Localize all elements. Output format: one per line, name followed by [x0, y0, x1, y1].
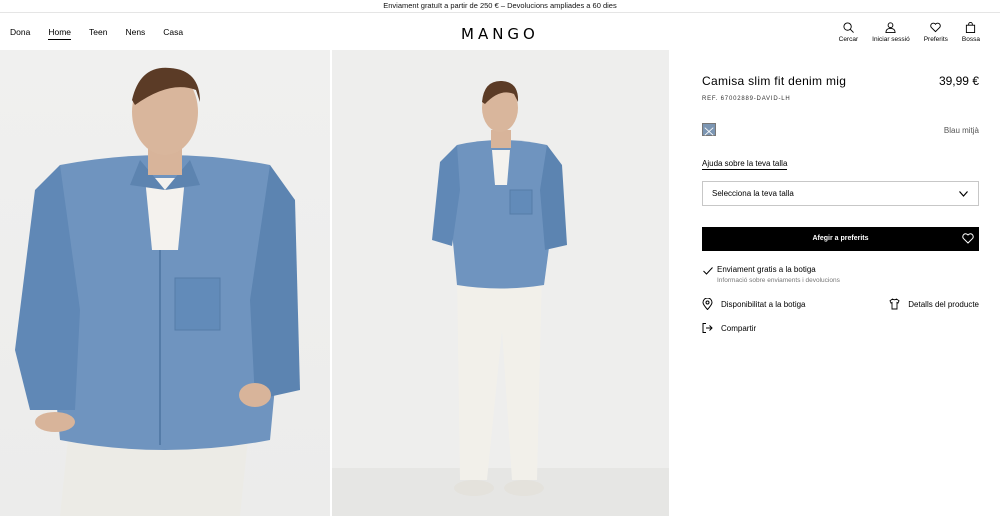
login-button[interactable]: Iniciar sessió [872, 22, 910, 43]
store-availability-label: Disponibilitat a la botiga [721, 299, 806, 309]
heart-icon [930, 22, 942, 33]
search-label: Cercar [838, 36, 859, 43]
product-info-panel: Camisa slim fit denim mig 39,99 € REF. 6… [702, 74, 979, 333]
shipping-info: Enviament gratis a la botiga Informació … [702, 265, 979, 284]
chevron-down-icon [959, 191, 968, 197]
model-fullbody-illustration [432, 80, 567, 496]
product-ref: REF. 67002889-DAVID-LH [702, 96, 791, 102]
check-icon [703, 267, 713, 275]
bag-icon [966, 22, 976, 33]
size-select[interactable]: Selecciona la teva talla [702, 181, 979, 206]
location-pin-icon [702, 298, 713, 310]
selected-check-icon [704, 127, 714, 136]
main-nav: Dona Home Teen Nens Casa [10, 27, 201, 40]
nav-item-casa[interactable]: Casa [163, 27, 183, 40]
product-image-fullbody[interactable] [332, 50, 669, 516]
bag-label: Bossa [961, 36, 980, 43]
product-title: Camisa slim fit denim mig [702, 74, 847, 88]
size-help-link[interactable]: Ajuda sobre la teva talla [702, 159, 788, 170]
model-closeup-illustration [15, 67, 300, 516]
favorites-button[interactable]: Preferits [924, 22, 948, 43]
heart-icon [962, 233, 974, 244]
add-to-favorites-label: Afegir a preferits [812, 235, 869, 242]
bag-button[interactable]: Bossa [962, 22, 980, 43]
nav-item-home[interactable]: Home [48, 27, 72, 40]
product-price: 39,99 € [938, 74, 979, 88]
store-availability-link[interactable]: Disponibilitat a la botiga [702, 298, 806, 310]
search-button[interactable]: Cercar [838, 22, 859, 43]
shipping-title: Enviament gratis a la botiga [717, 265, 816, 274]
color-swatch[interactable] [702, 123, 716, 136]
product-details-link[interactable]: Detalls del producte [889, 298, 979, 310]
share-label: Compartir [721, 323, 757, 333]
login-label: Iniciar sessió [872, 36, 910, 43]
favorites-label: Preferits [923, 36, 948, 43]
size-select-placeholder: Selecciona la teva talla [712, 189, 794, 198]
nav-item-nens[interactable]: Nens [125, 27, 145, 40]
header-actions: Cercar Iniciar sessió Preferits Bossa [825, 22, 980, 43]
share-link[interactable]: Compartir [702, 322, 756, 334]
nav-item-dona[interactable]: Dona [10, 27, 30, 40]
user-icon [885, 22, 896, 33]
brand-logo[interactable]: MANGO [461, 25, 539, 43]
share-icon [702, 323, 713, 333]
search-icon [843, 22, 854, 33]
nav-item-teen[interactable]: Teen [89, 27, 107, 40]
product-details-label: Detalls del producte [908, 299, 979, 309]
product-image-closeup[interactable] [0, 50, 330, 516]
color-name: Blau mitjà [943, 126, 979, 135]
promo-banner: Enviament gratuït a partir de 250 € – De… [0, 0, 1000, 13]
add-to-favorites-button[interactable]: Afegir a preferits [702, 227, 979, 251]
shipping-info-link[interactable]: Informació sobre enviaments i devolucion… [717, 277, 979, 284]
tshirt-icon [889, 298, 900, 310]
